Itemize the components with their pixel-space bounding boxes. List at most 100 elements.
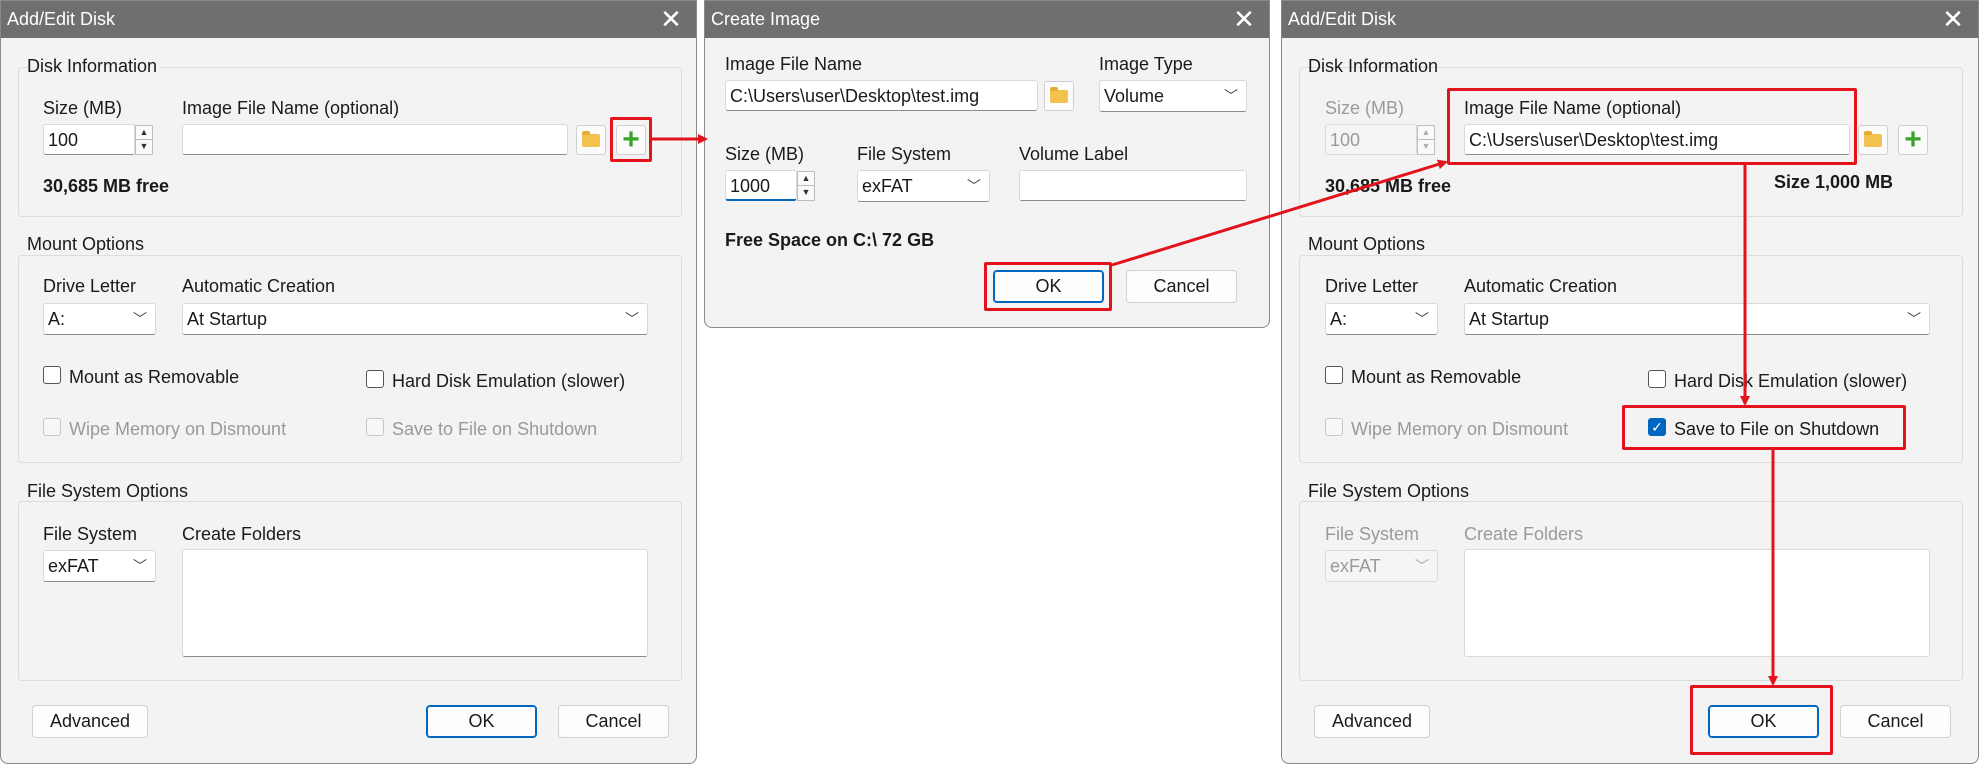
left-image-file-input[interactable] <box>182 124 568 155</box>
create-image-fs-value: exFAT <box>862 176 913 196</box>
left-save-shutdown-label: Save to File on Shutdown <box>392 419 598 439</box>
right-image-size-text: Size 1,000 MB <box>1774 172 1894 192</box>
create-image-name-input[interactable]: C:\Users\user\Desktop\test.img <box>725 80 1038 111</box>
left-ok-button[interactable]: OK <box>426 705 537 738</box>
right-fs-label: File System <box>1325 524 1420 544</box>
chevron-down-icon: ﹀ <box>1907 311 1921 327</box>
left-fs-label: File System <box>43 524 138 544</box>
left-browse-button[interactable] <box>576 125 606 155</box>
close-icon[interactable]: ✕ <box>656 1 686 38</box>
create-image-fs-select[interactable]: exFAT ﹀ <box>857 170 990 202</box>
folder-icon <box>1050 87 1068 103</box>
right-hdd-emulation-label: Hard Disk Emulation (slower) <box>1674 371 1908 391</box>
create-image-free-space-text: Free Space on C:\ 72 GB <box>725 230 935 250</box>
chevron-down-icon: ﹀ <box>1415 311 1429 327</box>
chevron-down-icon: ﹀ <box>1415 558 1429 574</box>
stepper-down-icon[interactable]: ▼ <box>1418 140 1434 154</box>
left-dialog-title: Add/Edit Disk <box>7 9 116 29</box>
left-save-shutdown-checkbox[interactable] <box>366 418 384 436</box>
right-create-folders-textarea[interactable] <box>1464 549 1930 657</box>
left-automatic-creation-select[interactable]: At Startup ﹀ <box>182 303 648 335</box>
left-hdd-emulation-label: Hard Disk Emulation (slower) <box>392 371 626 391</box>
right-fs-value: exFAT <box>1330 556 1381 576</box>
create-image-type-select[interactable]: Volume ﹀ <box>1099 80 1247 112</box>
create-image-volume-input[interactable] <box>1019 170 1247 201</box>
right-cancel-button[interactable]: Cancel <box>1840 705 1951 738</box>
right-create-folders-label: Create Folders <box>1464 524 1584 544</box>
left-size-label: Size (MB) <box>43 98 123 118</box>
right-browse-button[interactable] <box>1858 125 1888 155</box>
left-free-space-text: 30,685 MB free <box>43 176 170 196</box>
highlight-plus-button <box>610 117 652 162</box>
stepper-down-icon[interactable]: ▼ <box>136 140 152 154</box>
create-image-size-stepper[interactable]: ▲ ▼ <box>797 171 815 201</box>
left-fs-value: exFAT <box>48 556 99 576</box>
left-hdd-emulation-checkbox[interactable] <box>366 370 384 388</box>
folder-icon <box>1864 131 1882 147</box>
left-create-folders-label: Create Folders <box>182 524 302 544</box>
right-free-space-text: 30,685 MB free <box>1325 176 1452 196</box>
left-add-edit-disk-dialog: Add/Edit Disk ✕ Disk Information Size (M… <box>0 0 697 764</box>
chevron-down-icon: ﹀ <box>1224 88 1238 104</box>
left-drive-letter-label: Drive Letter <box>43 276 137 296</box>
left-size-stepper[interactable]: ▲ ▼ <box>135 125 153 155</box>
left-mount-options-label: Mount Options <box>27 234 145 254</box>
highlight-save-to-file <box>1622 405 1906 450</box>
right-size-input[interactable]: 100 <box>1325 124 1417 155</box>
right-automatic-creation-select[interactable]: At Startup ﹀ <box>1464 303 1930 335</box>
stepper-down-icon[interactable]: ▼ <box>798 186 814 200</box>
left-automatic-creation-label: Automatic Creation <box>182 276 336 296</box>
stepper-up-icon[interactable]: ▲ <box>798 172 814 186</box>
stepper-up-icon[interactable]: ▲ <box>1418 126 1434 140</box>
right-size-stepper[interactable]: ▲ ▼ <box>1417 125 1435 155</box>
left-create-folders-textarea[interactable] <box>182 549 648 657</box>
create-image-size-label: Size (MB) <box>725 144 805 164</box>
create-image-type-label: Image Type <box>1099 54 1193 74</box>
left-dialog-titlebar: Add/Edit Disk ✕ <box>1 1 696 38</box>
left-disk-information-label: Disk Information <box>27 56 162 77</box>
left-removable-label: Mount as Removable <box>69 367 240 387</box>
create-image-cancel-button[interactable]: Cancel <box>1126 270 1237 303</box>
right-file-system-options-label: File System Options <box>1308 481 1470 501</box>
create-image-titlebar: Create Image ✕ <box>705 1 1269 38</box>
right-drive-letter-label: Drive Letter <box>1325 276 1419 296</box>
right-wipe-memory-label: Wipe Memory on Dismount <box>1351 419 1569 439</box>
right-drive-letter-value: A: <box>1330 309 1348 329</box>
left-fs-select[interactable]: exFAT ﹀ <box>43 550 156 582</box>
create-image-title: Create Image <box>711 9 821 29</box>
create-image-browse-button[interactable] <box>1044 81 1074 111</box>
right-fs-select[interactable]: exFAT ﹀ <box>1325 550 1438 582</box>
right-hdd-emulation-checkbox[interactable] <box>1648 370 1666 388</box>
left-size-input[interactable]: 100 <box>43 124 135 155</box>
right-dialog-title: Add/Edit Disk <box>1288 9 1397 29</box>
highlight-image-file-name <box>1447 88 1857 165</box>
create-image-name-label: Image File Name <box>725 54 863 74</box>
right-automatic-creation-label: Automatic Creation <box>1464 276 1618 296</box>
highlight-create-image-ok <box>984 262 1112 311</box>
left-wipe-memory-checkbox[interactable] <box>43 418 61 436</box>
left-drive-letter-value: A: <box>48 309 66 329</box>
create-image-fs-label: File System <box>857 144 952 164</box>
close-icon[interactable]: ✕ <box>1938 1 1968 38</box>
stepper-up-icon[interactable]: ▲ <box>136 126 152 140</box>
right-removable-checkbox[interactable] <box>1325 366 1343 384</box>
close-icon[interactable]: ✕ <box>1229 1 1259 38</box>
right-wipe-memory-checkbox[interactable] <box>1325 418 1343 436</box>
left-image-file-label: Image File Name (optional) <box>182 98 400 118</box>
left-removable-checkbox[interactable] <box>43 366 61 384</box>
right-advanced-button[interactable]: Advanced <box>1314 705 1430 738</box>
left-wipe-memory-label: Wipe Memory on Dismount <box>69 419 287 439</box>
left-cancel-button[interactable]: Cancel <box>558 705 669 738</box>
create-image-volume-label: Volume Label <box>1019 144 1129 164</box>
chevron-down-icon: ﹀ <box>625 311 639 327</box>
right-size-label: Size (MB) <box>1325 98 1405 118</box>
right-mount-options-label: Mount Options <box>1308 234 1426 254</box>
left-drive-letter-select[interactable]: A: ﹀ <box>43 303 156 335</box>
create-image-size-input[interactable]: 1000 <box>725 170 797 201</box>
right-create-image-button[interactable]: + <box>1898 125 1928 155</box>
right-disk-information-label: Disk Information <box>1308 56 1439 76</box>
chevron-down-icon: ﹀ <box>133 558 147 574</box>
right-drive-letter-select[interactable]: A: ﹀ <box>1325 303 1438 335</box>
left-advanced-button[interactable]: Advanced <box>32 705 148 738</box>
highlight-right-ok <box>1690 685 1833 755</box>
